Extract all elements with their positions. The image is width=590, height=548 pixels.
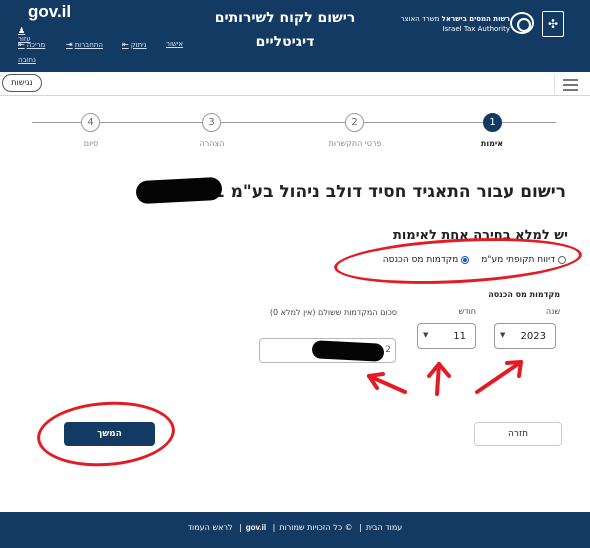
exit-icon: ⇤	[122, 40, 129, 49]
annotation-arrows	[367, 360, 523, 396]
year-label: שנה	[545, 307, 560, 316]
year-select[interactable]: 2023 ▼	[494, 323, 556, 349]
disconnect-link[interactable]: ⇤ ניתוק	[122, 40, 147, 49]
logout-more-link[interactable]: ⇤ מריכה	[18, 40, 45, 49]
login-icon: ⇥	[66, 40, 73, 49]
close-link[interactable]: נחובה	[18, 56, 36, 64]
accessibility-button[interactable]: נגישות	[2, 74, 42, 92]
tax-authority-name: רשות המסים בישראל משרד האוצר Israel Tax …	[400, 15, 510, 33]
chevron-down-icon: ▼	[500, 331, 506, 339]
sub-navigation-bar: נגישות	[0, 72, 590, 96]
step-4-label: סיום	[83, 139, 99, 148]
footer-rights: © כל הזכויות שמורות	[279, 523, 353, 532]
amount-label: סכום המקדמות ששולם (אין למלא 0)	[269, 308, 397, 317]
footer-gov-logo[interactable]: gov.il	[246, 523, 266, 532]
redaction-mark	[135, 176, 223, 205]
annotation-circle	[34, 397, 178, 471]
approval-link[interactable]: אישור	[166, 40, 183, 48]
logout-icon: ⇤	[18, 40, 25, 49]
back-button[interactable]: חזרה	[474, 422, 562, 446]
stepper-line	[32, 122, 556, 123]
step-1-circle: 1	[483, 113, 502, 132]
gov-logo[interactable]: gov.il	[28, 2, 71, 22]
connections-link[interactable]: ⇥ התחברות	[66, 40, 103, 49]
emblem-icon: ✣	[542, 11, 564, 37]
footer-home-link[interactable]: עמוד הבית	[366, 523, 402, 532]
month-select[interactable]: 11 ▼	[417, 323, 476, 349]
page-title: רישום עבור התאגיד חסיד דולב ניהול בע"מ 5…	[201, 182, 566, 202]
help-link[interactable]: ♟	[18, 26, 25, 35]
annotation-circle	[333, 232, 583, 290]
step-3-circle: 3	[202, 113, 221, 132]
step-2-label: פרטי התקשרות	[328, 139, 382, 148]
chevron-down-icon: ▼	[423, 331, 429, 339]
site-header: gov.il ♟ עזור ⇤ מריכה ⇥ התחברות ⇤ ניתוק …	[0, 0, 590, 72]
month-label: חודש	[458, 307, 476, 316]
footer-links: עמוד הבית| © כל הזכויות שמורות| gov.il| …	[187, 523, 403, 532]
tax-authority-logo-icon	[510, 12, 534, 34]
step-2-circle: 2	[345, 113, 364, 132]
step-4-circle: 4	[81, 113, 100, 132]
page-header-title: רישום לקוח לשירותים דיגיטליים	[214, 10, 356, 50]
hamburger-icon[interactable]	[554, 74, 586, 94]
user-icon: ♟	[18, 26, 26, 35]
section-title: מקדמות מס הכנסה	[488, 290, 560, 299]
footer-top-link[interactable]: לראש העמוד	[188, 523, 233, 532]
step-3-label: הצהרה	[199, 139, 225, 148]
step-1-label: אימות	[480, 139, 504, 148]
site-footer: עמוד הבית| © כל הזכויות שמורות| gov.il| …	[0, 512, 590, 548]
